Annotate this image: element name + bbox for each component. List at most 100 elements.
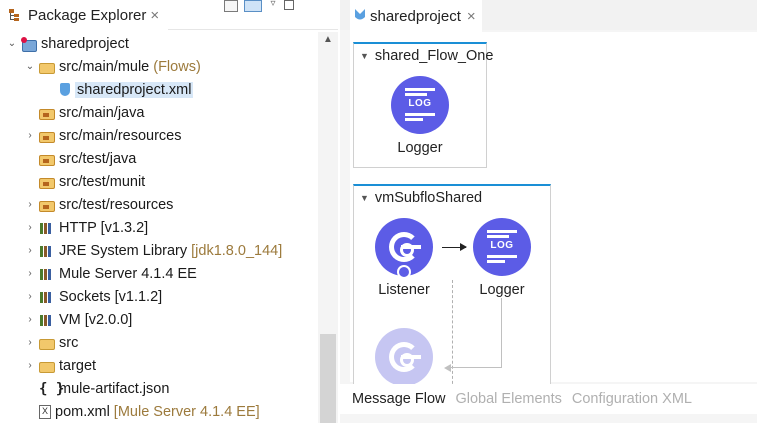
chevron-right-icon[interactable]: › xyxy=(24,337,36,349)
tree-item[interactable]: sharedproject.xml xyxy=(0,78,318,101)
package-folder-icon xyxy=(39,200,55,212)
project-tree: ⌄ sharedproject ⌄ src/main/mule (Flows) share… xyxy=(0,32,318,423)
chevron-right-icon[interactable]: › xyxy=(24,314,36,326)
tree-item-label: src/main/java xyxy=(59,104,145,121)
tree-item[interactable]: pom.xml[Mule Server 4.1.4 EE] xyxy=(0,400,318,423)
library-icon xyxy=(39,313,55,327)
tree-item-label: pom.xml xyxy=(55,403,110,420)
package-explorer-toolbar: ▿ xyxy=(224,0,294,14)
tree-item-label: HTTP [v1.3.2] xyxy=(59,219,149,236)
scroll-up-icon[interactable]: ▲ xyxy=(318,34,338,45)
editor-tab-label: sharedproject xyxy=(370,7,461,25)
project-icon xyxy=(21,36,37,52)
package-folder-icon xyxy=(39,131,55,143)
collapse-caret-icon[interactable]: ▼ xyxy=(360,51,369,61)
logger-glyph-text: LOG xyxy=(408,98,432,109)
package-folder-icon xyxy=(39,108,55,120)
logger-node[interactable]: LOG Logger xyxy=(462,218,542,298)
tree-item-label: src/main/resources xyxy=(59,127,182,144)
view-menu-icon[interactable]: ▿ xyxy=(268,0,278,10)
tree-item-label: src/test/resources xyxy=(59,196,174,213)
tree-item[interactable]: › JRE System Library [jdk1.8.0_144] xyxy=(0,239,318,262)
tree-item[interactable]: › Sockets [v1.1.2] xyxy=(0,285,318,308)
tree-item-decoration: [Mule Server 4.1.4 EE] xyxy=(113,403,260,420)
flow-container[interactable]: ▼ shared_Flow_One LOG Logger xyxy=(353,42,493,168)
library-icon xyxy=(39,244,55,258)
close-icon[interactable]: × xyxy=(150,7,159,24)
folder-open-icon xyxy=(39,62,55,74)
chevron-right-icon[interactable]: › xyxy=(24,199,36,211)
editor-tabbar: sharedproject × xyxy=(340,0,757,32)
tree-item[interactable]: › target xyxy=(0,354,318,377)
listener-response-node[interactable] xyxy=(364,328,444,386)
response-line xyxy=(450,298,502,368)
chevron-right-icon[interactable]: › xyxy=(24,222,36,234)
listener-node[interactable]: Listener xyxy=(364,218,444,298)
tree-item[interactable]: { } mule-artifact.json xyxy=(0,377,318,400)
tree-item[interactable]: › VM [v2.0.0] xyxy=(0,308,318,331)
tree-item-label: src/test/munit xyxy=(59,173,146,190)
flow-name: vmSubfloShared xyxy=(374,190,483,206)
flow-header[interactable]: ▼ shared_Flow_One xyxy=(354,44,493,68)
mule-config-icon xyxy=(354,8,366,25)
tree-item-label: src/main/mule xyxy=(59,58,150,75)
tree-item[interactable]: › src/main/resources xyxy=(0,124,318,147)
tree-item-label: sharedproject xyxy=(41,35,129,52)
close-icon[interactable]: × xyxy=(467,8,476,25)
tree-item[interactable]: › src/test/resources xyxy=(0,193,318,216)
tree-item[interactable]: ⌄ src/main/mule (Flows) xyxy=(0,55,318,78)
tree-item-label: sharedproject.xml xyxy=(75,81,194,98)
flow-canvas[interactable]: ▼ shared_Flow_One LOG Logger ▼ vmSubfloS… xyxy=(350,32,757,394)
tab-message-flow[interactable]: Message Flow xyxy=(352,391,445,407)
pom-xml-icon xyxy=(39,404,51,419)
library-icon xyxy=(39,267,55,281)
tree-item-label: src/test/java xyxy=(59,150,137,167)
tree-item[interactable]: ⌄ sharedproject xyxy=(0,32,318,55)
chevron-down-icon[interactable]: ⌄ xyxy=(24,61,36,73)
mule-xml-icon xyxy=(59,82,71,97)
tree-scrollbar[interactable]: ▲ xyxy=(318,32,338,423)
tab-configuration-xml[interactable]: Configuration XML xyxy=(572,391,692,407)
tree-item[interactable]: › src xyxy=(0,331,318,354)
package-explorer-icon xyxy=(8,8,22,22)
listener-response-icon xyxy=(375,328,433,386)
editor-tab-sharedproject[interactable]: sharedproject × xyxy=(350,0,482,32)
package-explorer-tabbar: Package Explorer × ▿ xyxy=(0,0,338,30)
link-with-editor-icon[interactable] xyxy=(244,0,262,12)
library-icon xyxy=(39,221,55,235)
tree-item[interactable]: src/test/munit xyxy=(0,170,318,193)
tree-item-decoration: (Flows) xyxy=(153,58,201,75)
node-label: Logger xyxy=(479,282,525,298)
package-explorer-tab[interactable]: Package Explorer × xyxy=(0,0,168,30)
chevron-right-icon[interactable]: › xyxy=(24,268,36,280)
tree-item[interactable]: › Mule Server 4.1.4 EE xyxy=(0,262,318,285)
tab-global-elements[interactable]: Global Elements xyxy=(455,391,561,407)
flow-container[interactable]: ▼ vmSubfloShared Listener LOG Logger xyxy=(353,184,551,394)
chevron-down-icon[interactable]: ⌄ xyxy=(6,38,18,50)
node-label: Listener xyxy=(378,282,430,298)
scrollbar-thumb[interactable] xyxy=(320,334,336,423)
package-folder-icon xyxy=(39,177,55,189)
chevron-right-icon[interactable]: › xyxy=(24,360,36,372)
chevron-right-icon[interactable]: › xyxy=(24,245,36,257)
tree-item[interactable]: src/main/java xyxy=(0,101,318,124)
tree-item[interactable]: src/test/java xyxy=(0,147,318,170)
collapse-caret-icon[interactable]: ▼ xyxy=(360,193,369,203)
tree-item-label: src xyxy=(59,334,79,351)
tree-item[interactable]: › HTTP [v1.3.2] xyxy=(0,216,318,239)
collapse-all-icon[interactable] xyxy=(224,0,238,12)
flow-header[interactable]: ▼ vmSubfloShared xyxy=(354,186,550,210)
logger-node[interactable]: LOG Logger xyxy=(380,76,460,156)
logger-icon: LOG xyxy=(473,218,531,276)
chevron-right-icon[interactable]: › xyxy=(24,130,36,142)
tree-item-label: Mule Server 4.1.4 EE xyxy=(59,265,197,282)
logger-glyph-text: LOG xyxy=(490,240,514,251)
minimize-icon[interactable] xyxy=(284,0,294,10)
flow-editor-panel: sharedproject × ▼ shared_Flow_One LOG Lo… xyxy=(340,0,757,423)
chevron-right-icon[interactable]: › xyxy=(24,291,36,303)
package-explorer-tab-label: Package Explorer xyxy=(28,6,147,24)
